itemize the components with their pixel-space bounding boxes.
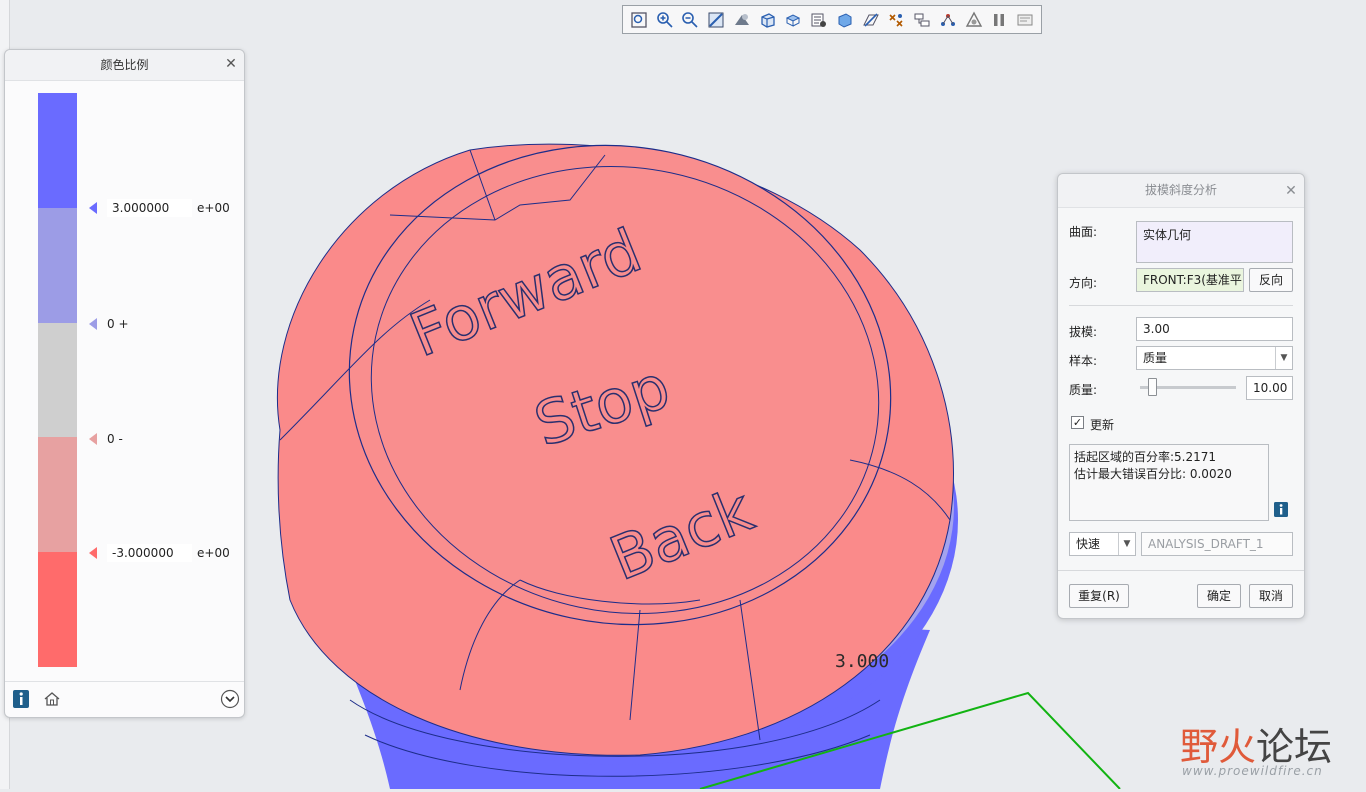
filters-icon[interactable] <box>910 8 934 32</box>
chevron-down-icon[interactable] <box>220 689 240 709</box>
scale-min-value[interactable]: -3.000000 <box>107 544 192 562</box>
triangle-marker-icon[interactable] <box>89 547 97 559</box>
analysis-name-input[interactable]: ANALYSIS_DRAFT_1 <box>1141 532 1293 556</box>
scale-max-exponent: e+00 <box>197 201 230 215</box>
sample-select-value: 质量 <box>1143 351 1168 365</box>
watermark-part1: 野火 <box>1180 725 1257 769</box>
annotation-display-icon[interactable] <box>885 8 909 32</box>
update-checkbox[interactable]: ✓ <box>1071 416 1084 429</box>
zoom-fit-icon[interactable] <box>627 8 651 32</box>
zoom-out-icon[interactable] <box>679 8 703 32</box>
appearance-icon[interactable] <box>962 8 986 32</box>
update-label: 更新 <box>1090 418 1115 432</box>
dimension-text[interactable]: 3.000 <box>835 651 889 672</box>
color-scale-title: 颜色比例 <box>5 50 244 81</box>
watermark-url: www.proewildfire.cn <box>1182 764 1323 778</box>
palette-icon[interactable] <box>1013 8 1037 32</box>
zoom-in-icon[interactable] <box>653 8 677 32</box>
spin-center-icon[interactable] <box>936 8 960 32</box>
perspective-icon[interactable] <box>833 8 857 32</box>
ok-button[interactable]: 确定 <box>1197 584 1241 608</box>
watermark-part2: 论坛 <box>1256 725 1333 769</box>
surface-label: 曲面: <box>1069 225 1098 239</box>
home-icon[interactable] <box>43 690 61 708</box>
draft-analysis-dialog: 拔模斜度分析 ✕ 曲面: 实体几何 方向: FRONT:F3(基准平 反向 拔模… <box>1057 173 1305 619</box>
scale-tick-max: 3.000000 e+00 <box>89 199 230 217</box>
graphics-toolbar <box>622 5 1042 34</box>
triangle-marker-icon[interactable] <box>89 318 97 330</box>
separator <box>1058 570 1304 571</box>
dropdown-arrow-icon[interactable]: ▼ <box>1118 533 1135 555</box>
sample-label: 样本: <box>1069 354 1098 368</box>
color-band <box>38 93 77 208</box>
triangle-marker-icon[interactable] <box>89 202 97 214</box>
scale-tick-min: -3.000000 e+00 <box>89 544 230 562</box>
repaint-icon[interactable] <box>704 8 728 32</box>
color-band <box>38 437 77 553</box>
scale-tick-zero-minus: 0 - <box>89 430 123 448</box>
color-band <box>38 322 77 438</box>
direction-label: 方向: <box>1069 276 1098 290</box>
view-cube-icon[interactable] <box>756 8 780 32</box>
scale-zero-plus-label: 0 + <box>107 317 129 331</box>
datum-display-icon[interactable] <box>859 8 883 32</box>
dropdown-arrow-icon[interactable]: ▼ <box>1275 347 1292 369</box>
quality-input[interactable]: 10.00 <box>1246 376 1293 400</box>
surface-collector[interactable]: 实体几何 <box>1136 221 1293 263</box>
separator <box>1069 305 1293 306</box>
cancel-button[interactable]: 取消 <box>1249 584 1293 608</box>
display-style-icon[interactable] <box>807 8 831 32</box>
saved-views-icon[interactable] <box>782 8 806 32</box>
mode-select-value: 快速 <box>1076 537 1101 551</box>
quality-slider-thumb[interactable] <box>1148 378 1157 396</box>
draft-angle-input[interactable]: 3.00 <box>1136 317 1293 341</box>
shading-icon[interactable] <box>730 8 754 32</box>
sample-select[interactable]: 质量 ▼ <box>1136 346 1293 370</box>
info-icon[interactable] <box>1274 502 1288 517</box>
triangle-marker-icon[interactable] <box>89 433 97 445</box>
scale-max-value[interactable]: 3.000000 <box>107 199 192 217</box>
mode-select[interactable]: 快速 ▼ <box>1069 532 1136 556</box>
direction-collector[interactable]: FRONT:F3(基准平 <box>1136 268 1244 292</box>
color-band <box>38 207 77 323</box>
scale-min-exponent: e+00 <box>197 546 230 560</box>
info-icon[interactable] <box>13 690 29 708</box>
watermark-logo: 野火论坛 <box>1180 716 1332 771</box>
close-icon[interactable]: ✕ <box>224 57 238 71</box>
pause-icon[interactable] <box>988 8 1012 32</box>
reverse-button[interactable]: 反向 <box>1249 268 1293 292</box>
color-bar <box>38 93 77 667</box>
quality-label: 质量: <box>1069 383 1098 397</box>
scale-zero-minus-label: 0 - <box>107 432 123 446</box>
result-enclosed-percent: 括起区域的百分率:5.2171 <box>1074 450 1217 464</box>
result-max-error: 估计最大错误百分比: 0.0020 <box>1074 467 1232 481</box>
color-band <box>38 552 77 667</box>
color-scale-footer <box>5 681 244 718</box>
close-icon[interactable]: ✕ <box>1284 184 1298 198</box>
result-panel: 括起区域的百分率:5.2171 估计最大错误百分比: 0.0020 <box>1069 444 1269 521</box>
color-scale-panel: 颜色比例 ✕ 3.000000 e+00 0 + 0 - -3.000000 e… <box>4 49 245 718</box>
dialog-title: 拔模斜度分析 <box>1058 174 1304 208</box>
scale-tick-zero-plus: 0 + <box>89 315 129 333</box>
repeat-button[interactable]: 重复(R) <box>1069 584 1129 608</box>
draft-label: 拔模: <box>1069 325 1098 339</box>
